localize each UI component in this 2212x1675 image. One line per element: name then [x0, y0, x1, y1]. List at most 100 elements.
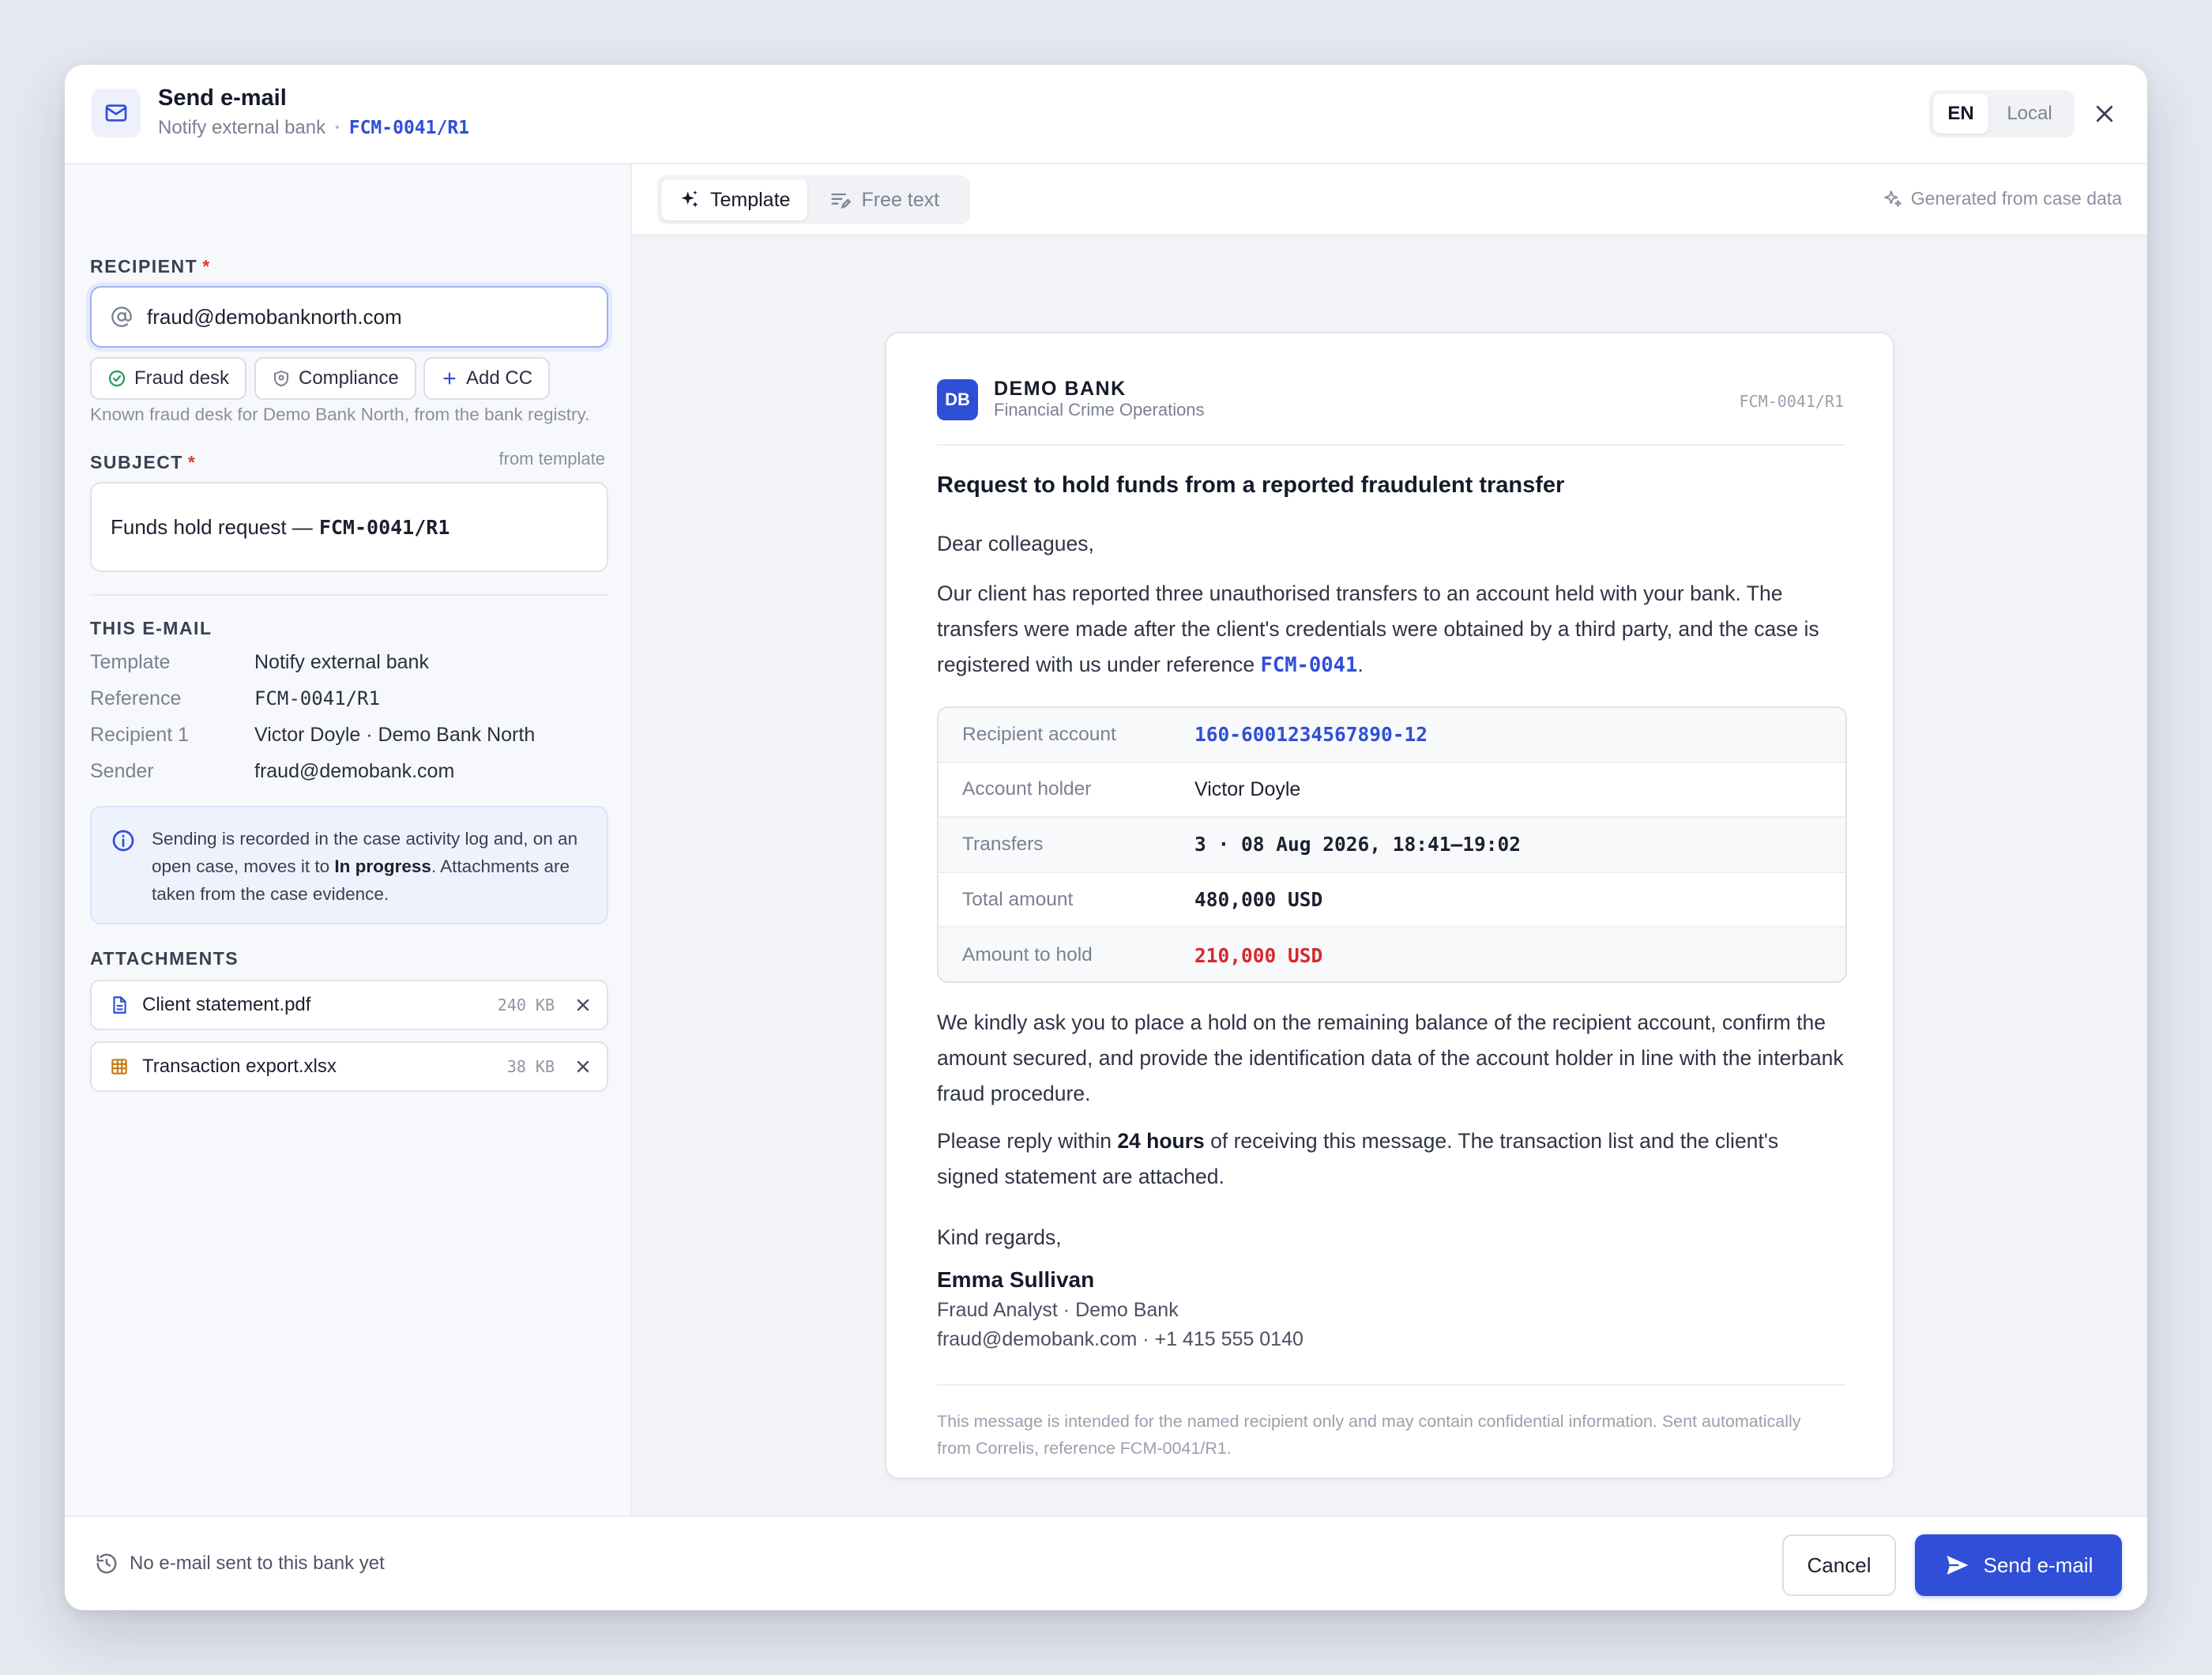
attachments-label: ATTACHMENTS — [90, 948, 239, 969]
this-email-label: THIS E-MAIL — [90, 618, 213, 638]
tab-label: Free text — [861, 188, 940, 211]
subject-source: from template — [498, 449, 606, 469]
row-key: Transfers — [962, 833, 1044, 855]
section-divider — [90, 594, 608, 596]
paragraph-text: Please reply within — [937, 1129, 1118, 1153]
signer-name: Emma Sullivan — [937, 1267, 1095, 1292]
history-icon — [96, 1553, 117, 1574]
subject-reference: FCM-0041/R1 — [318, 515, 450, 539]
tab-label: Template — [710, 188, 791, 211]
info-status: In progress — [334, 856, 431, 876]
subtitle-separator: • — [335, 121, 340, 134]
row-value: 3 · 08 Aug 2026, 18:41–19:02 — [1194, 833, 1522, 856]
case-reference: FCM-0041/R1 — [348, 118, 470, 138]
sparkles-icon — [1884, 190, 1902, 207]
bank-name: DEMO BANK — [994, 378, 1127, 400]
dialog-header: Send e-mail Notify external bank • FCM-0… — [65, 65, 2147, 164]
letter-closing: Kind regards, — [937, 1225, 1062, 1249]
attachment-size: 240 KB — [497, 996, 555, 1014]
summary-row-sender: Sender fraud@demobank.com — [90, 760, 454, 783]
attachment-item[interactable]: Transaction export.xlsx 38 KB — [90, 1041, 608, 1092]
row-value: Victor Doyle — [1194, 777, 1301, 800]
row-key: Amount to hold — [962, 944, 1093, 966]
summary-key: Template — [90, 651, 171, 673]
required-mark: * — [187, 452, 197, 472]
letter-divider — [937, 444, 1845, 446]
signer-title: Fraud Analyst · Demo Bank — [937, 1299, 1179, 1321]
summary-value: Notify external bank — [254, 651, 429, 673]
remove-attachment-icon[interactable] — [574, 1057, 592, 1076]
chip-label: Add CC — [466, 367, 533, 389]
compose-sidebar: RECIPIENT* Fraud desk Compliance Add CC … — [65, 164, 632, 1515]
table-row: Recipient account 160-6001234567890-12 — [939, 708, 1845, 763]
send-email-dialog: Send e-mail Notify external bank • FCM-0… — [65, 65, 2147, 1610]
send-history-note: No e-mail sent to this bank yet — [95, 1552, 385, 1575]
row-key: Total amount — [962, 888, 1074, 910]
edit-text-icon — [831, 193, 852, 209]
recipient-label: RECIPIENT * — [90, 256, 211, 277]
info-notice: Sending is recorded in the case activity… — [90, 806, 608, 924]
summary-key: Reference — [90, 687, 182, 710]
recipient-label-text: RECIPIENT — [90, 256, 198, 277]
letter-reference: FCM-0041/R1 — [1739, 392, 1844, 411]
subject-field[interactable]: Funds hold request — FCM-0041/R1 — [90, 482, 608, 572]
subject-label: SUBJECT * — [90, 452, 196, 473]
recipient-input[interactable] — [147, 304, 589, 329]
plus-icon — [443, 372, 456, 385]
table-row: Amount to hold 210,000 USD — [939, 928, 1845, 981]
chip-fraud-desk[interactable]: Fraud desk — [90, 357, 247, 400]
summary-row-recipient: Recipient 1 Victor Doyle · Demo Bank Nor… — [90, 724, 535, 747]
lang-option-local[interactable]: Local — [1992, 94, 2067, 134]
dialog-footer: No e-mail sent to this bank yet Cancel S… — [65, 1515, 2147, 1610]
check-circle-icon — [108, 370, 126, 387]
attachment-size: 38 KB — [506, 1057, 555, 1076]
letter-greeting: Dear colleagues, — [937, 532, 1094, 555]
sparkles-icon — [681, 190, 698, 208]
row-key: Recipient account — [962, 723, 1116, 745]
attachment-item[interactable]: Client statement.pdf 240 KB — [90, 980, 608, 1030]
recipient-field[interactable] — [90, 286, 608, 348]
send-history-text: No e-mail sent to this bank yet — [130, 1553, 385, 1574]
case-reference-link: FCM-0041 — [1260, 653, 1358, 677]
recipient-hint: Known fraud desk for Demo Bank North, fr… — [90, 405, 590, 424]
bank-department: Financial Crime Operations — [994, 400, 1205, 420]
dialog-title: Send e-mail — [158, 85, 287, 111]
summary-value: Victor Doyle · Demo Bank North — [254, 724, 536, 746]
letter-paragraph-3: Please reply within 24 hours of receivin… — [937, 1124, 1845, 1195]
info-icon — [112, 830, 134, 852]
remove-attachment-icon[interactable] — [574, 996, 592, 1014]
add-cc-button[interactable]: Add CC — [423, 357, 551, 400]
letter-divider — [937, 1384, 1845, 1386]
paragraph-text: . — [1357, 653, 1364, 676]
close-icon[interactable] — [2087, 96, 2122, 131]
send-email-button[interactable]: Send e-mail — [1915, 1534, 2122, 1596]
cancel-button[interactable]: Cancel — [1782, 1534, 1896, 1596]
required-mark: * — [202, 256, 211, 277]
summary-row-reference: Reference FCM-0041/R1 — [90, 687, 380, 710]
letter-paragraph-1: Our client has reported three unauthoris… — [937, 576, 1845, 683]
chip-label: Compliance — [299, 367, 399, 389]
tab-free-text[interactable]: Free text — [812, 179, 957, 220]
lang-option-en[interactable]: EN — [1933, 94, 1988, 134]
row-key: Account holder — [962, 778, 1092, 800]
at-icon — [111, 307, 132, 327]
chip-label: Fraud desk — [134, 367, 230, 389]
row-value: 160-6001234567890-12 — [1194, 723, 1428, 747]
bank-logo: DB — [937, 379, 978, 420]
mail-icon — [92, 88, 141, 137]
document-icon — [113, 996, 126, 1014]
tab-template[interactable]: Template — [661, 179, 808, 220]
shield-icon — [274, 371, 288, 386]
summary-value: FCM-0041/R1 — [254, 687, 380, 710]
spreadsheet-icon — [111, 1059, 127, 1075]
generated-note-text: Generated from case data — [1910, 188, 2122, 209]
email-preview-pane: Template Free text Generated from case d… — [632, 164, 2147, 1515]
summary-key: Sender — [90, 760, 154, 782]
row-value: 210,000 USD — [1194, 943, 1323, 967]
chip-compliance[interactable]: Compliance — [254, 357, 416, 400]
subject-text: Funds hold request — — [111, 514, 313, 539]
summary-key: Recipient 1 — [90, 724, 190, 746]
letter-title: Request to hold funds from a reported fr… — [937, 472, 1565, 498]
send-button-label: Send e-mail — [1983, 1553, 2094, 1577]
language-toggle: EN Local — [1929, 90, 2075, 137]
